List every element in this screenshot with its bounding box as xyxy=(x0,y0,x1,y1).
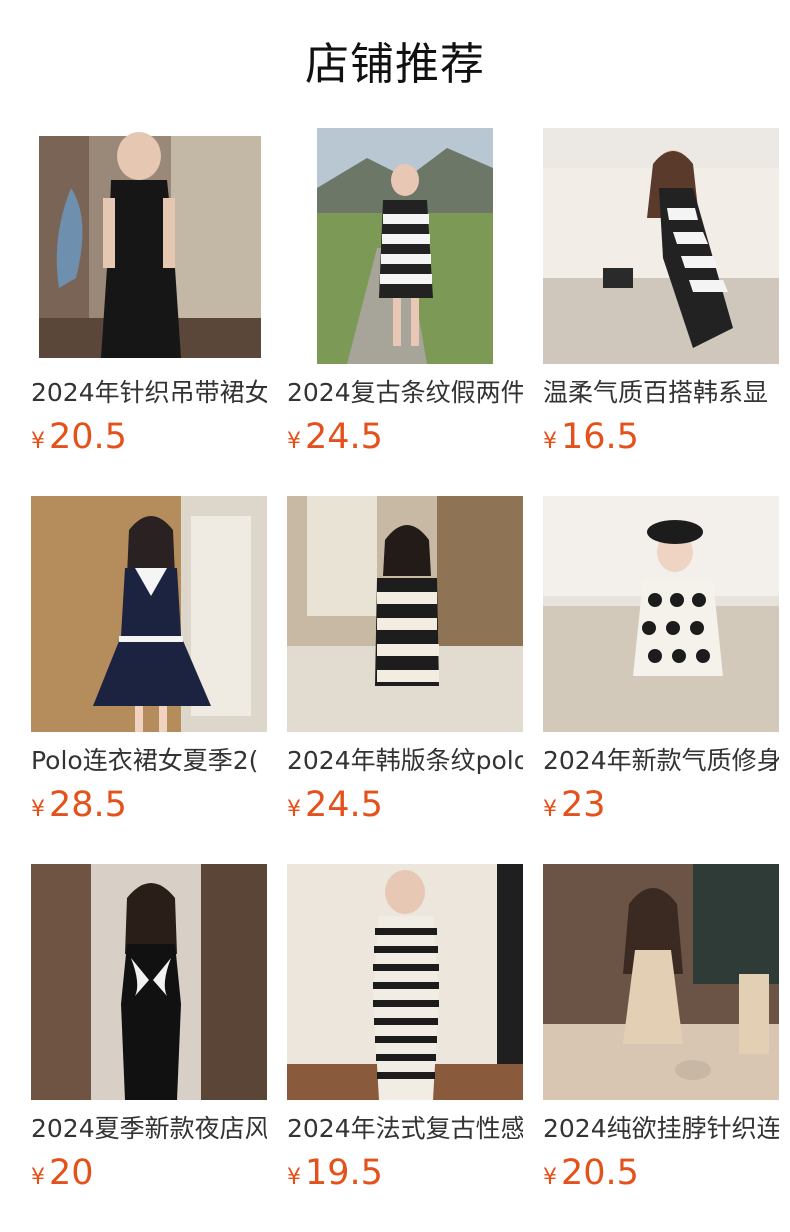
product-price: ¥20.5 xyxy=(31,414,127,460)
product-card[interactable]: 2024年针织吊带裙女 ¥20.5 xyxy=(31,128,267,468)
currency-symbol: ¥ xyxy=(287,797,301,822)
price-value: 23 xyxy=(561,785,606,825)
product-image[interactable] xyxy=(543,864,779,1100)
product-card[interactable]: 2024夏季新款夜店风 ¥20 xyxy=(31,864,267,1204)
product-name[interactable]: 2024年针织吊带裙女 xyxy=(31,373,267,413)
product-card[interactable]: 2024复古条纹假两件 ¥24.5 xyxy=(287,128,523,468)
product-image[interactable] xyxy=(31,864,267,1100)
currency-symbol: ¥ xyxy=(543,1165,557,1190)
product-image[interactable] xyxy=(31,496,267,732)
product-price: ¥20 xyxy=(31,1150,94,1196)
black-knit-strap-dress-photo xyxy=(31,128,267,364)
currency-symbol: ¥ xyxy=(543,797,557,822)
black-slip-dress-photo xyxy=(31,864,267,1100)
currency-symbol: ¥ xyxy=(31,1165,45,1190)
product-card[interactable]: 2024年韩版条纹polo ¥24.5 xyxy=(287,496,523,836)
price-value: 16.5 xyxy=(561,417,639,457)
product-price: ¥19.5 xyxy=(287,1150,383,1196)
product-name[interactable]: 2024年新款气质修身 xyxy=(543,741,779,781)
product-image[interactable] xyxy=(287,128,523,364)
product-card[interactable]: 2024纯欲挂脖针织连 ¥20.5 xyxy=(543,864,779,1204)
striped-dress-sofa-photo xyxy=(543,128,779,364)
heart-pattern-dress-photo xyxy=(543,496,779,732)
product-image[interactable] xyxy=(31,128,267,364)
product-name[interactable]: 2024复古条纹假两件 xyxy=(287,373,523,413)
product-image[interactable] xyxy=(543,128,779,364)
product-name[interactable]: Polo连衣裙女夏季2( xyxy=(31,741,267,781)
price-value: 24.5 xyxy=(305,785,383,825)
product-price: ¥20.5 xyxy=(543,1150,639,1196)
currency-symbol: ¥ xyxy=(287,429,301,454)
price-value: 24.5 xyxy=(305,417,383,457)
product-name[interactable]: 2024夏季新款夜店风 xyxy=(31,1109,267,1149)
product-name[interactable]: 2024年法式复古性感 xyxy=(287,1109,523,1149)
product-image[interactable] xyxy=(543,496,779,732)
beige-halter-dress-photo xyxy=(543,864,779,1100)
product-price: ¥24.5 xyxy=(287,414,383,460)
product-name[interactable]: 2024年韩版条纹polo xyxy=(287,741,523,781)
product-card[interactable]: 温柔气质百搭韩系显 ¥16.5 xyxy=(543,128,779,468)
currency-symbol: ¥ xyxy=(31,429,45,454)
product-name[interactable]: 温柔气质百搭韩系显 xyxy=(543,373,779,413)
currency-symbol: ¥ xyxy=(543,429,557,454)
product-image[interactable] xyxy=(287,864,523,1100)
product-price: ¥23 xyxy=(543,782,606,828)
product-name[interactable]: 2024纯欲挂脖针织连 xyxy=(543,1109,779,1149)
striped-dress-outdoor-photo xyxy=(287,128,523,364)
product-price: ¥16.5 xyxy=(543,414,639,460)
striped-halter-dress-photo xyxy=(287,864,523,1100)
price-value: 20.5 xyxy=(561,1153,639,1193)
navy-polo-dress-photo xyxy=(31,496,267,732)
price-value: 19.5 xyxy=(305,1153,383,1193)
price-value: 28.5 xyxy=(49,785,127,825)
currency-symbol: ¥ xyxy=(31,797,45,822)
currency-symbol: ¥ xyxy=(287,1165,301,1190)
product-card[interactable]: 2024年法式复古性感 ¥19.5 xyxy=(287,864,523,1204)
product-card[interactable]: Polo连衣裙女夏季2( ¥28.5 xyxy=(31,496,267,836)
product-image[interactable] xyxy=(287,496,523,732)
product-price: ¥24.5 xyxy=(287,782,383,828)
product-price: ¥28.5 xyxy=(31,782,127,828)
product-card[interactable]: 2024年新款气质修身 ¥23 xyxy=(543,496,779,836)
striped-polo-dress-cafe-photo xyxy=(287,496,523,732)
price-value: 20 xyxy=(49,1153,94,1193)
page-title: 店铺推荐 xyxy=(305,39,485,90)
price-value: 20.5 xyxy=(49,417,127,457)
